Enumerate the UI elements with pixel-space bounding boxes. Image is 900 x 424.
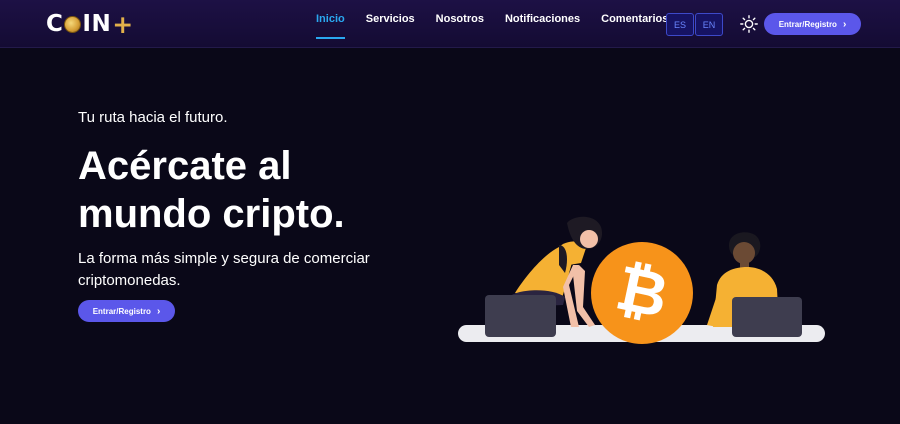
hero-title-line-2: mundo cripto. xyxy=(78,192,345,236)
sun-icon[interactable] xyxy=(740,15,758,33)
hero-button-label: Entrar/Registro xyxy=(92,306,151,316)
nav-link-comentarios[interactable]: Comentarios xyxy=(601,13,668,39)
coin-icon xyxy=(64,15,82,33)
logo-text-suffix: IN xyxy=(82,11,112,37)
login-register-label: Entrar/Registro xyxy=(778,19,837,29)
right-laptop xyxy=(732,297,802,337)
hero-login-register-button[interactable]: Entrar/Registro › xyxy=(78,300,175,322)
bitcoin-coin: ₿ xyxy=(591,242,693,344)
hero-title-line-1: Acércate al xyxy=(78,144,292,188)
crypto-trading-illustration: ₿ xyxy=(458,216,825,344)
nav-link-nosotros[interactable]: Nosotros xyxy=(436,13,484,39)
coin-plus-logo[interactable]: C IN + xyxy=(46,9,134,39)
logo-plus: + xyxy=(112,9,134,39)
logo-text-prefix: C xyxy=(46,11,64,37)
chevron-right-icon: › xyxy=(156,305,161,317)
login-register-button[interactable]: Entrar/Registro › xyxy=(764,13,861,35)
chevron-right-icon: › xyxy=(842,18,847,30)
hero-description: La forma más simple y segura de comercia… xyxy=(78,250,370,289)
nav-link-inicio[interactable]: Inicio xyxy=(316,13,345,39)
main-nav: Inicio Servicios Nosotros Notificaciones… xyxy=(316,13,689,39)
top-navbar: C IN + Inicio Servicios Nosotros Notific… xyxy=(0,0,900,48)
nav-link-notificaciones[interactable]: Notificaciones xyxy=(505,13,580,39)
lang-en-button[interactable]: EN xyxy=(695,13,723,36)
lang-es-button[interactable]: ES xyxy=(666,13,694,36)
nav-link-servicios[interactable]: Servicios xyxy=(366,13,415,39)
hero-title: Acércate al mundo cripto. xyxy=(78,142,478,238)
left-laptop xyxy=(485,295,556,337)
hero-tagline: Tu ruta hacia el futuro. xyxy=(78,109,228,126)
